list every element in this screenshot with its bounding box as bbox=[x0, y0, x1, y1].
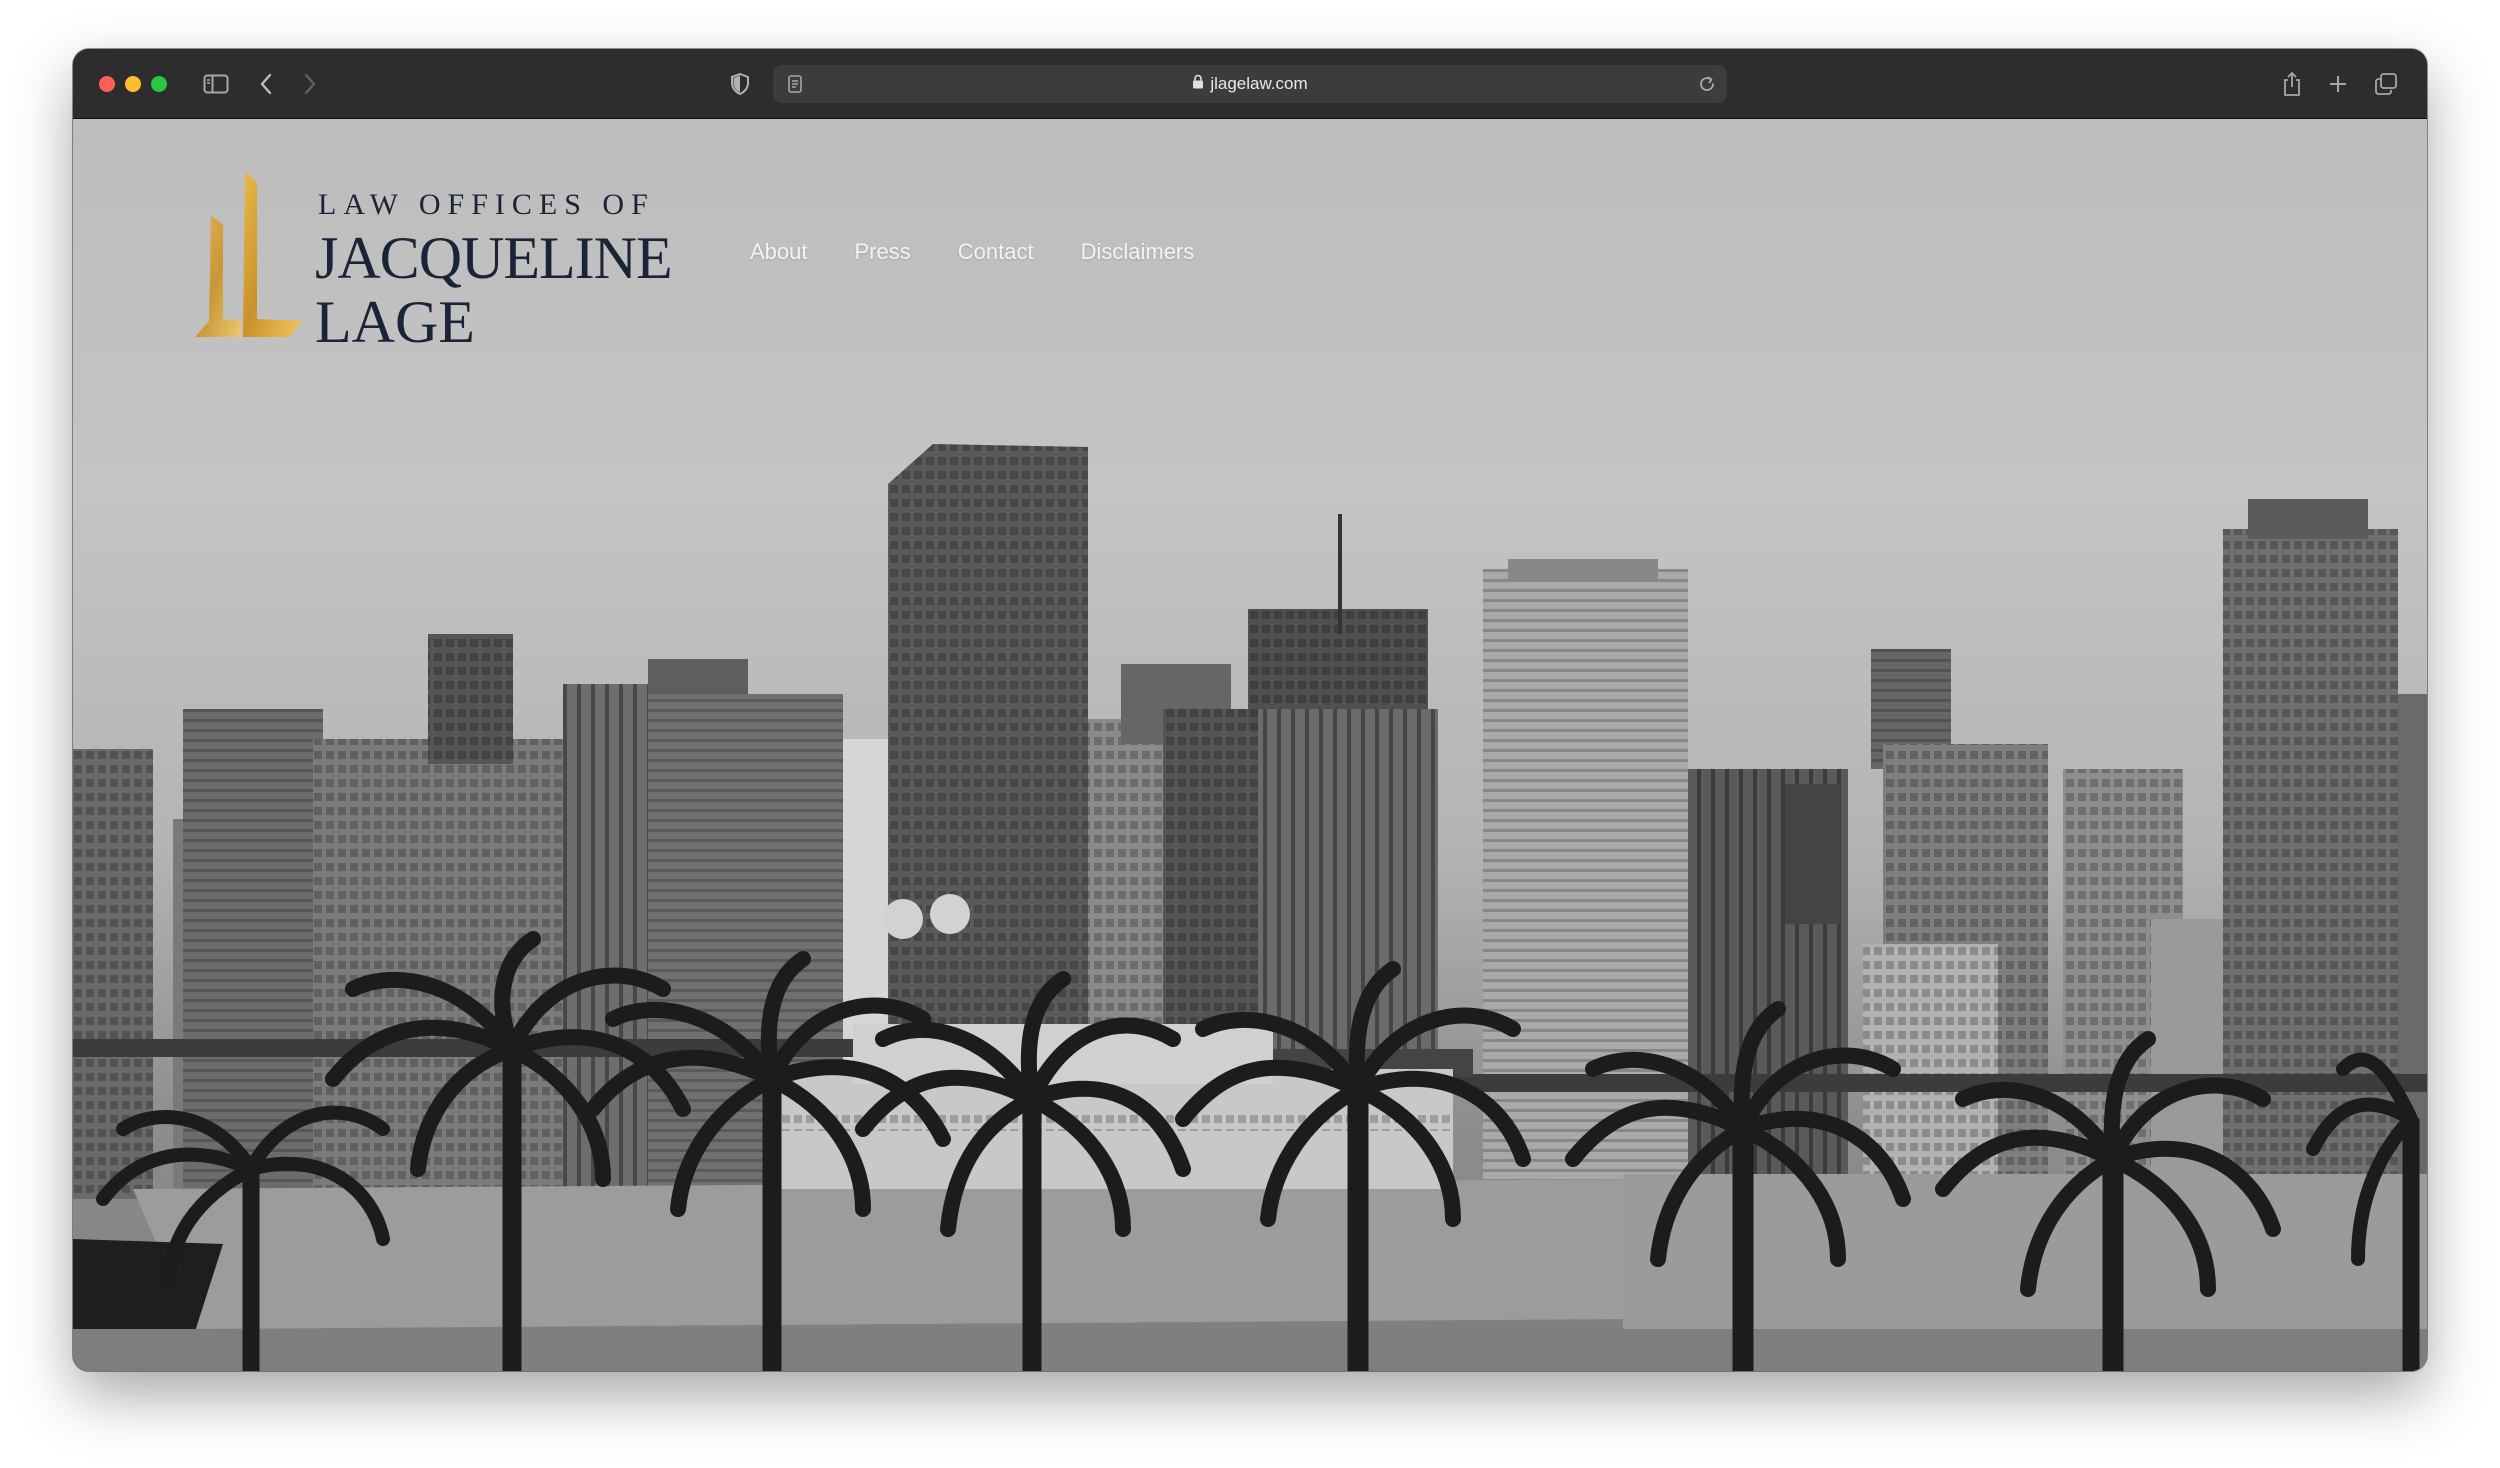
page-viewport: LAW OFFICES OF JACQUELINE LAGE About Pre… bbox=[73, 119, 2427, 1371]
address-bar[interactable]: jlagelaw.com bbox=[773, 65, 1727, 103]
logo-pre-text: LAW OFFICES OF bbox=[318, 188, 655, 221]
close-window-button[interactable] bbox=[99, 76, 115, 92]
browser-toolbar: jlagelaw.com bbox=[73, 49, 2427, 119]
tabs-overview-icon[interactable] bbox=[2369, 67, 2403, 101]
logo-mark-icon bbox=[195, 171, 303, 337]
zoom-window-button[interactable] bbox=[151, 76, 167, 92]
lock-icon bbox=[1192, 74, 1204, 94]
nav-contact[interactable]: Contact bbox=[958, 239, 1034, 265]
site-logo[interactable]: LAW OFFICES OF JACQUELINE LAGE bbox=[185, 171, 705, 355]
main-nav: About Press Contact Disclaimers bbox=[750, 239, 1194, 265]
browser-window: jlagelaw.com LAW OFFICES OF JACQUELINE L… bbox=[73, 49, 2427, 1371]
url-text: jlagelaw.com bbox=[1210, 74, 1308, 93]
reload-icon[interactable] bbox=[1697, 74, 1717, 94]
share-icon[interactable] bbox=[2277, 67, 2307, 101]
logo-first-name: JACQUELINE bbox=[315, 225, 673, 291]
nav-about[interactable]: About bbox=[750, 239, 808, 265]
plus-icon[interactable] bbox=[2323, 67, 2353, 101]
minimize-window-button[interactable] bbox=[125, 76, 141, 92]
chevron-right-icon[interactable] bbox=[295, 67, 325, 101]
nav-press[interactable]: Press bbox=[855, 239, 911, 265]
chevron-left-icon[interactable] bbox=[251, 67, 281, 101]
shield-icon[interactable] bbox=[725, 67, 755, 101]
logo-last-name: LAGE bbox=[315, 289, 475, 355]
sidebar-icon[interactable] bbox=[199, 67, 233, 101]
nav-disclaimers[interactable]: Disclaimers bbox=[1081, 239, 1195, 265]
